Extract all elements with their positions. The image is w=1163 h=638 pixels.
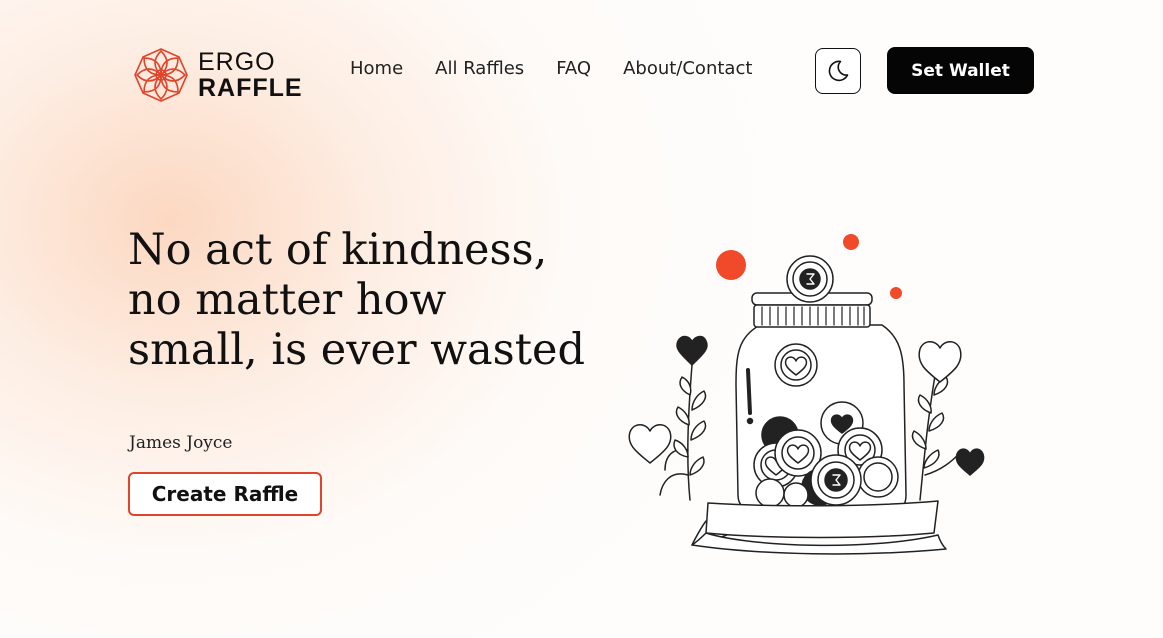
- set-wallet-button[interactable]: Set Wallet: [887, 47, 1034, 94]
- logo-wordmark: ERGO RAFFLE: [198, 47, 303, 102]
- logo-line2: RAFFLE: [198, 73, 303, 102]
- create-raffle-button[interactable]: Create Raffle: [128, 472, 322, 516]
- moon-icon: [828, 60, 849, 82]
- quote-author: James Joyce: [129, 433, 233, 453]
- main-nav: Home All Raffles FAQ About/Contact: [350, 58, 752, 79]
- nav-home-link[interactable]: Home: [350, 58, 403, 79]
- coin-jar-icon: [628, 234, 985, 555]
- nav-faq-link[interactable]: FAQ: [556, 58, 591, 79]
- hero-quote: No act of kindness, no matter how small,…: [128, 225, 585, 375]
- nav-about-contact-link[interactable]: About/Contact: [623, 58, 752, 79]
- theme-toggle-button[interactable]: [815, 48, 861, 94]
- logo-line1: ERGO: [198, 47, 276, 76]
- lotus-mandala-icon: [134, 48, 188, 102]
- logo-link[interactable]: ERGO RAFFLE: [133, 47, 303, 103]
- nav-all-raffles-link[interactable]: All Raffles: [435, 58, 524, 79]
